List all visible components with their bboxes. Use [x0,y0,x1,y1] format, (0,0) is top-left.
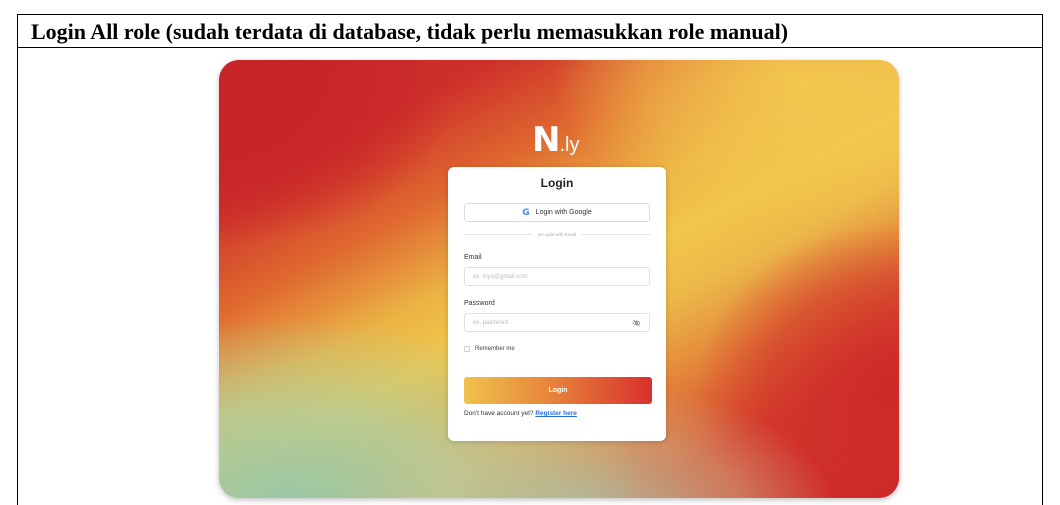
remember-label: Remember me [475,346,515,352]
password-placeholder: ex. password [473,319,509,326]
password-field[interactable]: ex. password [464,313,650,332]
brand-logo: N.ly [532,120,579,160]
document-heading: Login All role (sudah terdata di databas… [18,15,1042,48]
email-placeholder: ex. triya@gmail.com [473,273,528,280]
password-label: Password [464,300,495,307]
login-button[interactable]: Login [464,377,652,404]
login-screenshot: N.ly Login G Login with Google or Login … [219,60,899,498]
login-card: Login G Login with Google or Login with … [448,167,666,441]
eye-slash-icon[interactable] [632,319,641,327]
brand-logo-main: N [532,120,560,160]
remember-me[interactable]: Remember me [464,346,515,352]
brand-logo-suffix: .ly [559,134,580,156]
email-field[interactable]: ex. triya@gmail.com [464,267,650,286]
or-divider: or Login with Email [464,230,650,238]
document-table: Login All role (sudah terdata di databas… [17,14,1043,505]
remember-checkbox[interactable] [464,346,470,352]
divider-text: or Login with Email [537,231,577,237]
google-icon: G [522,207,530,218]
email-label: Email [464,254,482,261]
divider-line-right [582,233,650,235]
google-button-label: Login with Google [535,209,592,216]
login-with-google-button[interactable]: G Login with Google [464,203,650,222]
login-title: Login [540,176,574,190]
divider-line-left [464,233,532,235]
register-link[interactable]: Register here [535,410,577,417]
login-button-label: Login [548,387,568,394]
register-row: Don't have account yet? Register here [464,410,577,417]
register-prompt: Don't have account yet? [464,410,534,417]
